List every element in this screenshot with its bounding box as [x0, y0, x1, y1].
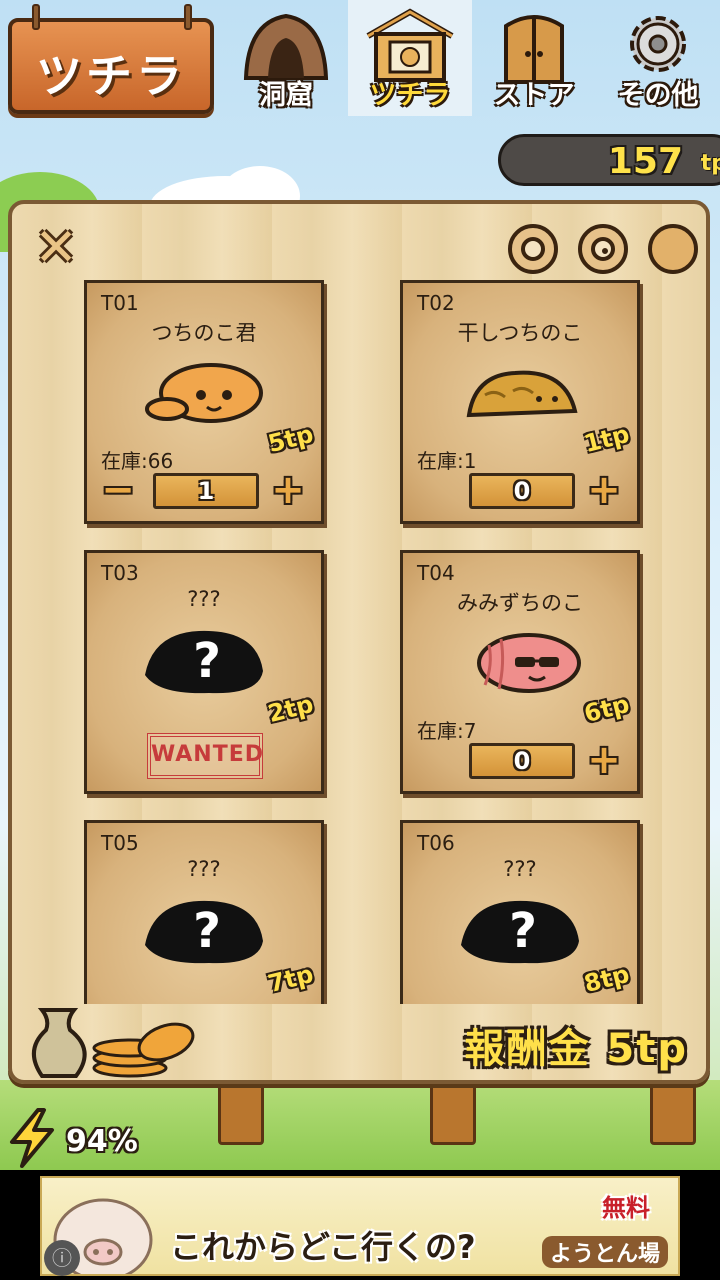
- money-bag-icon: [32, 1008, 195, 1078]
- card-id: T03: [101, 561, 139, 585]
- card-t01[interactable]: T01 つちのこ君 5tp 在庫:66 − 1 +: [84, 280, 324, 524]
- ad-info-icon[interactable]: ⓘ: [44, 1240, 80, 1276]
- tab-store-label: ストア: [493, 80, 575, 111]
- fence-post: [650, 1075, 696, 1145]
- battery-indicator: 94%: [4, 1108, 164, 1168]
- card-t04[interactable]: T04 みみずちのこ 6tp 在庫:7 0 +: [400, 550, 640, 794]
- card-t06[interactable]: T06 ??? ? 8tp: [400, 820, 640, 1004]
- tab-store[interactable]: ストア: [472, 0, 596, 116]
- tab-cave[interactable]: 洞窟: [224, 0, 348, 116]
- card-price: 1tp: [580, 419, 632, 459]
- svg-text:?: ?: [193, 633, 221, 689]
- tab-other[interactable]: その他: [596, 0, 720, 116]
- ad-banner[interactable]: これからどこ行くの? 無料 ようとん場: [40, 1176, 680, 1276]
- ad-headline: これからどこ行くの?: [170, 1228, 476, 1266]
- fence-post: [218, 1075, 264, 1145]
- unknown-silhouette-icon: ?: [145, 630, 263, 694]
- card-price: 7tp: [264, 959, 316, 999]
- card-price: 5tp: [264, 419, 316, 459]
- wanted-stamp: WANTED: [147, 733, 263, 779]
- card-stock: 在庫:1: [417, 449, 477, 473]
- card-name: ???: [187, 857, 221, 881]
- svg-text:?: ?: [509, 903, 537, 959]
- ad-brand: ようとん場: [541, 1236, 668, 1268]
- unknown-silhouette-icon: ?: [461, 900, 579, 964]
- plus-button[interactable]: +: [269, 470, 307, 510]
- title-sign: ツチラ: [8, 4, 214, 114]
- card-name: ???: [503, 857, 537, 881]
- card-name: 干しつちのこ: [457, 321, 583, 345]
- tp-balance-value: 157: [607, 141, 683, 182]
- card-t05[interactable]: T05 ??? ? 7tp: [84, 820, 324, 1004]
- card-name: みみずちのこ: [457, 591, 583, 615]
- card-name: ???: [187, 587, 221, 611]
- card-price: 6tp: [580, 689, 632, 729]
- card-t02[interactable]: T02 干しつちのこ 1tp 在庫:1 0 +: [400, 280, 640, 524]
- card-name: つちのこ君: [151, 321, 257, 345]
- card-id: T06: [417, 831, 455, 855]
- card-grid: T01 つちのこ君 5tp 在庫:66 − 1 + T02 干しつちのこ 1tp…: [12, 204, 706, 1004]
- card-price: 8tp: [580, 959, 632, 999]
- quantity-field[interactable]: 0: [469, 473, 575, 509]
- tab-tsuchira-label: ツチラ: [369, 80, 451, 111]
- tp-balance-unit: tp: [700, 151, 720, 176]
- card-t03[interactable]: T03 ??? ? 2tp WANTED: [84, 550, 324, 794]
- reward-label: 報酬金 5tp: [464, 1026, 688, 1072]
- lightning-icon: [10, 1108, 54, 1168]
- card-id: T01: [101, 291, 139, 315]
- card-id: T04: [417, 561, 455, 585]
- battery-percent: 94%: [66, 1124, 138, 1159]
- gear-icon: [630, 16, 686, 72]
- svg-text:?: ?: [193, 903, 221, 959]
- collection-panel: ✕ T01 つちのこ君 5tp 在庫:66 − 1 + T02 干しつちのこ 1…: [8, 200, 710, 1084]
- quantity-field[interactable]: 1: [153, 473, 259, 509]
- minus-button[interactable]: −: [99, 470, 137, 510]
- plus-button[interactable]: +: [585, 470, 623, 510]
- ad-area: これからどこ行くの? 無料 ようとん場: [0, 1170, 720, 1280]
- screen-title: ツチラ: [36, 49, 186, 103]
- ad-badge: 無料: [602, 1194, 650, 1222]
- plus-button[interactable]: +: [585, 740, 623, 780]
- tab-cave-label: 洞窟: [259, 80, 313, 111]
- card-id: T02: [417, 291, 455, 315]
- tp-balance: 157 tp: [498, 134, 720, 186]
- fence-post: [430, 1075, 476, 1145]
- tab-tsuchira[interactable]: ツチラ: [348, 0, 472, 116]
- tab-other-label: その他: [617, 80, 699, 111]
- quantity-field[interactable]: 0: [469, 743, 575, 779]
- cave-icon: [243, 13, 329, 80]
- card-id: T05: [101, 831, 139, 855]
- unknown-silhouette-icon: ?: [145, 900, 263, 964]
- dried-tsuchinoko-icon: [466, 370, 578, 418]
- tsuchinoko-creature-icon: [145, 363, 263, 423]
- card-price: 2tp: [264, 689, 316, 729]
- earthworm-tsuchinoko-icon: [477, 633, 581, 693]
- card-stock: 在庫:7: [417, 719, 477, 743]
